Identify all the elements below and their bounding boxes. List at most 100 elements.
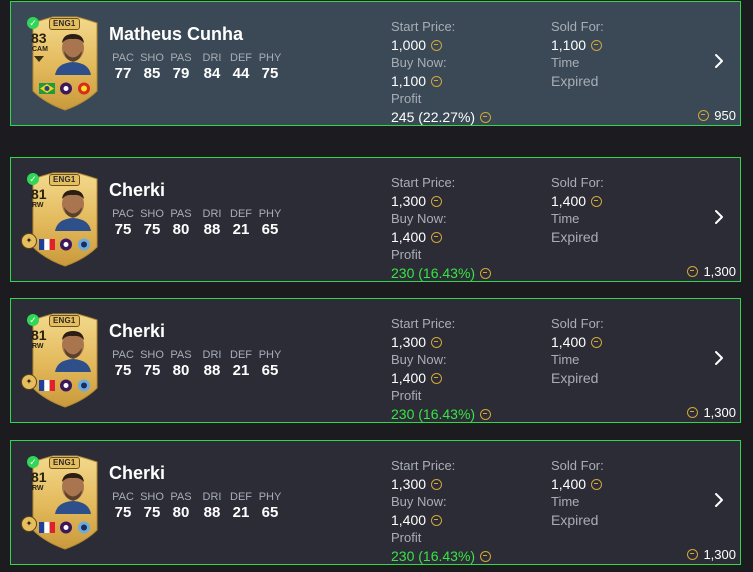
start-price-value: 1,300 <box>391 476 443 492</box>
profit-amount: 230 (16.43%) <box>391 548 476 564</box>
coin-icon <box>591 336 603 348</box>
chevron-right-icon[interactable] <box>708 206 730 228</box>
profit-amount: 245 (22.27%) <box>391 109 476 125</box>
stat-value: 80 <box>172 504 190 521</box>
stat-label: DEF <box>230 208 252 220</box>
stat-value: 65 <box>261 362 279 379</box>
chevron-right-icon[interactable] <box>708 50 730 72</box>
league-badge: ENG1 <box>49 315 80 327</box>
stat-dri: DRI 84 <box>198 52 226 83</box>
stat-label: PAC <box>112 208 134 220</box>
profit-label: Profit <box>391 530 422 545</box>
player-card[interactable]: ✓ ENG1 81 RW ✦ <box>21 454 105 550</box>
stat-value: 88 <box>203 221 221 238</box>
start-price-label: Start Price: <box>391 175 456 190</box>
stat-value: 75 <box>114 504 132 521</box>
coin-icon <box>687 407 699 418</box>
start-price-amount: 1,300 <box>391 334 427 350</box>
stat-sho: SHO 75 <box>138 208 166 239</box>
stat-phy: PHY 75 <box>256 52 284 83</box>
profit-amount: 230 (16.43%) <box>391 265 476 281</box>
stat-label: DEF <box>230 52 252 64</box>
player-card[interactable]: ✓ ENG1 83 CAM <box>25 15 105 111</box>
buy-now-amount: 1,100 <box>391 73 427 89</box>
stat-label: DEF <box>230 491 252 503</box>
stat-pas: PAS 80 <box>167 208 195 239</box>
stat-sho: SHO 75 <box>138 349 166 380</box>
league-badge: ENG1 <box>49 174 80 186</box>
chemistry-arrow-icon <box>34 56 44 62</box>
buy-now-value: 1,100 <box>391 73 443 89</box>
stat-label: DEF <box>230 349 252 361</box>
profit-value: 230 (16.43%) <box>391 406 492 422</box>
time-label: Time <box>551 211 580 226</box>
checkmark-icon: ✓ <box>27 173 39 185</box>
stat-value: 85 <box>143 65 161 82</box>
transfer-list-item[interactable]: ✓ ENG1 81 RW ✦ Cherki PAC 75 SHO 75 PAS 80 DRI 88 DEF 2… <box>10 298 741 423</box>
start-price-label: Start Price: <box>391 19 456 34</box>
listing-price: 1,300 <box>687 264 736 279</box>
time-label: Time <box>551 55 580 70</box>
stat-label: DRI <box>202 52 222 64</box>
stat-label: PAC <box>112 491 134 503</box>
evolution-icon: ✦ <box>21 516 37 532</box>
checkmark-icon: ✓ <box>27 17 39 29</box>
stat-label: PAS <box>170 52 192 64</box>
france-flag <box>39 238 90 251</box>
sold-for-amount: 1,400 <box>551 334 587 350</box>
card-nationality-league-club <box>39 378 95 392</box>
stat-def: DEF 44 <box>227 52 255 83</box>
player-name: Cherki <box>109 463 166 483</box>
stat-value: 88 <box>203 504 221 521</box>
coin-icon <box>591 478 603 490</box>
start-price-value: 1,300 <box>391 334 443 350</box>
stat-label: SHO <box>140 208 164 220</box>
buy-now-label: Buy Now: <box>391 352 447 367</box>
stat-pac: PAC 75 <box>109 208 137 239</box>
card-rating: 81 <box>31 186 47 202</box>
time-value: Expired <box>551 512 599 528</box>
sold-for-value: 1,400 <box>551 193 603 209</box>
start-price-value: 1,300 <box>391 193 443 209</box>
start-price-amount: 1,300 <box>391 193 427 209</box>
chevron-right-icon[interactable] <box>708 489 730 511</box>
chevron-right-icon[interactable] <box>708 347 730 369</box>
stat-value: 75 <box>143 504 161 521</box>
stat-value: 77 <box>114 65 132 82</box>
france-flag <box>39 379 90 392</box>
sold-for-label: Sold For: <box>551 458 604 473</box>
sold-for-amount: 1,400 <box>551 476 587 492</box>
coin-icon <box>431 336 443 348</box>
buy-now-amount: 1,400 <box>391 512 427 528</box>
listing-price: 1,300 <box>687 405 736 420</box>
checkmark-icon: ✓ <box>27 314 39 326</box>
stat-sho: SHO 75 <box>138 491 166 522</box>
card-position: RW <box>32 202 44 209</box>
buy-now-label: Buy Now: <box>391 494 447 509</box>
stat-label: PHY <box>258 491 282 503</box>
stat-value: 88 <box>203 362 221 379</box>
card-nationality-league-club <box>39 237 95 251</box>
stat-def: DEF 21 <box>227 491 255 522</box>
transfer-list-item[interactable]: ✓ ENG1 83 CAM Matheus Cunha PAC 77 SHO 85 PAS 79 DR… <box>10 1 741 126</box>
player-card[interactable]: ✓ ENG1 81 RW ✦ <box>21 312 105 408</box>
stat-phy: PHY 65 <box>256 208 284 239</box>
coin-icon <box>480 267 492 279</box>
listing-price-amount: 1,300 <box>703 405 736 420</box>
transfer-list-item[interactable]: ✓ ENG1 81 RW ✦ Cherki PAC 75 SHO 75 PAS 80 DRI 88 DEF 2… <box>10 440 741 565</box>
listing-price: 1,300 <box>687 547 736 562</box>
buy-now-label: Buy Now: <box>391 211 447 226</box>
league-badge: ENG1 <box>49 18 80 30</box>
transfer-list-item[interactable]: ✓ ENG1 81 RW ✦ Cherki PAC 75 SHO 75 PAS 80 DRI 88 DEF 2… <box>10 157 741 282</box>
player-portrait-icon <box>55 190 91 231</box>
stat-pac: PAC 75 <box>109 349 137 380</box>
time-value: Expired <box>551 73 599 89</box>
stat-def: DEF 21 <box>227 208 255 239</box>
stat-phy: PHY 65 <box>256 349 284 380</box>
stat-label: SHO <box>140 52 164 64</box>
player-card[interactable]: ✓ ENG1 81 RW ✦ <box>21 171 105 267</box>
buy-now-value: 1,400 <box>391 512 443 528</box>
sold-for-value: 1,100 <box>551 37 603 53</box>
stat-label: PAC <box>112 52 134 64</box>
profit-value: 230 (16.43%) <box>391 548 492 564</box>
